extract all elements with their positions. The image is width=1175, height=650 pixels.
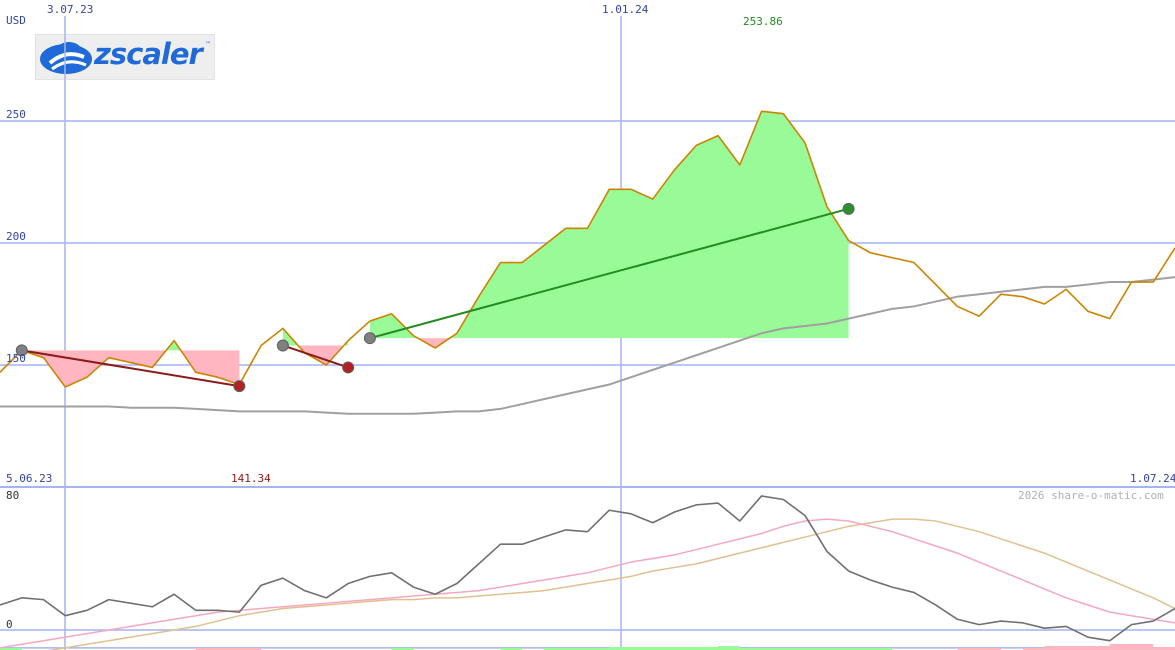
date-label-bottom-left: 5.06.23 [6, 472, 52, 485]
trade-entry-marker [363, 332, 376, 345]
stock-chart: USD 3.07.23 1.01.24 253.86 5.06.23 141.3… [0, 3, 1175, 650]
y-tick-label: 250 [6, 108, 26, 121]
copyright-label: 2026 share-o-matic.com [1018, 489, 1164, 502]
max-value-label: 253.86 [743, 15, 783, 28]
date-label-bottom-right: 1.07.24 [1130, 472, 1175, 485]
y-tick-label: 150 [6, 352, 26, 365]
trade-entry-marker [276, 339, 289, 352]
osc-tick-label: 0 [6, 618, 13, 631]
trade-exit-marker [233, 380, 246, 393]
trade-fills [0, 111, 1175, 650]
osc-tick-label: 80 [6, 489, 19, 502]
date-label-top-mid: 1.01.24 [602, 3, 649, 16]
trade-exit-marker [842, 202, 855, 215]
osc-histogram-bar [718, 646, 740, 650]
date-label-top-left: 3.07.23 [47, 3, 93, 16]
trade-exit-marker [342, 361, 355, 374]
y-tick-label: 200 [6, 230, 26, 243]
osc-histogram-bar [1109, 644, 1154, 650]
chart-lines [0, 110, 1175, 650]
osc-histogram-bar [1044, 646, 1110, 650]
currency-label: USD [6, 14, 26, 27]
trade-fill-gain [369, 111, 849, 339]
min-value-label: 141.34 [231, 472, 271, 485]
